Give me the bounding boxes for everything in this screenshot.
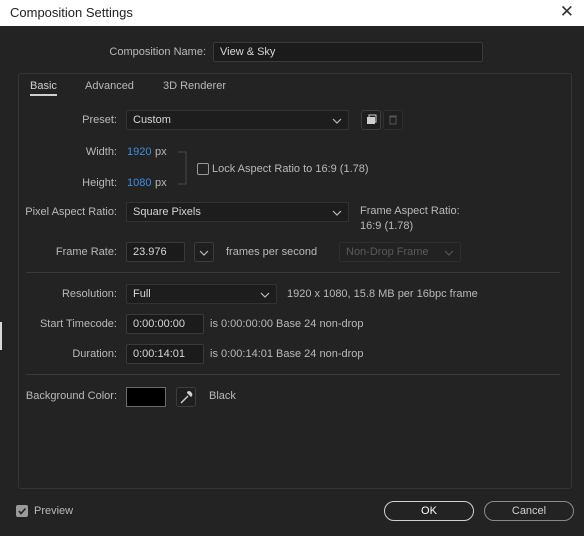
- width-unit: px: [155, 146, 167, 158]
- frame-rate-unit: frames per second: [226, 246, 318, 258]
- drop-frame-dropdown[interactable]: Non-Drop Frame: [339, 242, 461, 262]
- composition-name-label: Composition Name:: [109, 46, 206, 58]
- chevron-down-icon: [332, 203, 342, 221]
- ok-button[interactable]: OK: [384, 501, 474, 521]
- checkmark-icon: [18, 507, 27, 515]
- trash-icon: [389, 115, 397, 125]
- preview-checkbox[interactable]: [16, 505, 28, 517]
- preset-label: Preset:: [82, 114, 117, 126]
- pixel-aspect-dropdown[interactable]: Square Pixels: [126, 202, 349, 222]
- pixel-aspect-label: Pixel Aspect Ratio:: [25, 206, 117, 218]
- window-title: Composition Settings: [10, 5, 133, 20]
- divider: [26, 374, 560, 375]
- tab-3d-renderer[interactable]: 3D Renderer: [163, 80, 226, 92]
- height-label: Height:: [82, 177, 117, 189]
- pixel-aspect-value: Square Pixels: [133, 206, 201, 218]
- start-timecode-input[interactable]: 0:00:00:00: [126, 314, 204, 334]
- link-bracket-icon: [178, 151, 187, 185]
- cancel-button[interactable]: Cancel: [484, 501, 574, 521]
- lock-aspect-checkbox[interactable]: [197, 163, 209, 175]
- delete-preset-button[interactable]: [383, 110, 403, 130]
- duration-info: is 0:00:14:01 Base 24 non-drop: [210, 348, 364, 360]
- chevron-down-icon: [332, 111, 342, 129]
- start-timecode-label: Start Timecode:: [39, 318, 117, 330]
- frame-rate-label: Frame Rate:: [55, 246, 117, 258]
- chevron-down-icon: [444, 243, 454, 261]
- chevron-down-icon: [260, 285, 270, 303]
- resolution-label: Resolution:: [61, 288, 117, 300]
- duration-input[interactable]: 0:00:14:01: [126, 344, 204, 364]
- frame-aspect-value: 16:9 (1.78): [360, 220, 414, 232]
- lock-aspect-label: Lock Aspect Ratio to 16:9 (1.78): [212, 163, 369, 175]
- divider: [26, 272, 560, 273]
- composition-name-input[interactable]: View & Sky: [213, 42, 483, 62]
- chevron-down-icon: [199, 250, 209, 256]
- close-icon[interactable]: ✕: [560, 2, 574, 22]
- frame-rate-input[interactable]: 23.976: [126, 242, 185, 262]
- resolution-info: 1920 x 1080, 15.8 MB per 16bpc frame: [287, 288, 478, 300]
- background-color-name: Black: [209, 390, 236, 402]
- save-preset-button[interactable]: [361, 110, 381, 130]
- window-edge-highlight: [0, 322, 2, 350]
- background-color-swatch[interactable]: [126, 387, 166, 407]
- height-unit: px: [155, 177, 167, 189]
- preset-dropdown[interactable]: Custom: [126, 110, 349, 130]
- save-preset-icon: [367, 114, 377, 124]
- resolution-value: Full: [133, 288, 151, 300]
- width-label: Width:: [85, 146, 117, 158]
- start-timecode-info: is 0:00:00:00 Base 24 non-drop: [210, 318, 364, 330]
- title-bar: Composition Settings ✕: [0, 0, 584, 26]
- settings-panel: [18, 73, 572, 489]
- duration-label: Duration:: [72, 348, 117, 360]
- eyedropper-button[interactable]: [176, 387, 196, 407]
- drop-frame-value: Non-Drop Frame: [346, 246, 429, 258]
- tab-basic[interactable]: Basic: [30, 80, 57, 96]
- height-value[interactable]: 1080: [127, 177, 151, 189]
- preset-value: Custom: [133, 114, 171, 126]
- tab-advanced[interactable]: Advanced: [85, 80, 134, 92]
- frame-aspect-label: Frame Aspect Ratio:: [360, 205, 460, 217]
- frame-rate-dropdown-button[interactable]: [194, 242, 214, 262]
- preview-label: Preview: [34, 505, 74, 517]
- width-value[interactable]: 1920: [127, 146, 151, 158]
- resolution-dropdown[interactable]: Full: [126, 284, 277, 304]
- background-color-label: Background Color:: [25, 390, 117, 402]
- eyedropper-icon: [180, 391, 193, 404]
